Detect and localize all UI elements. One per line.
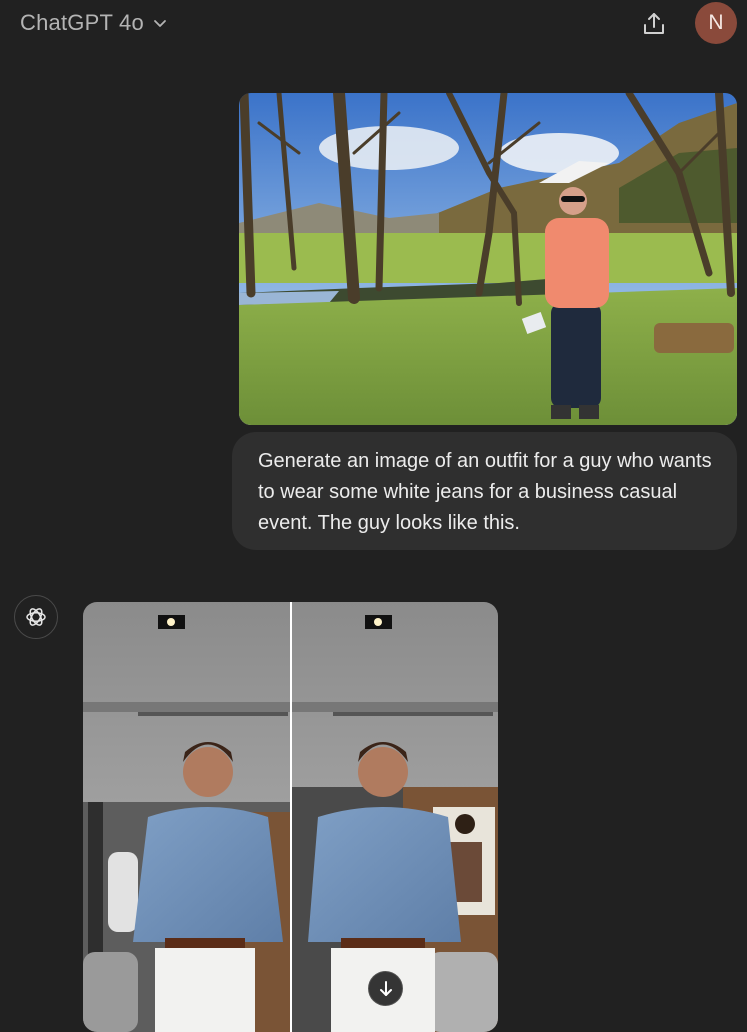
generated-image[interactable]: [83, 602, 498, 1032]
user-avatar[interactable]: N: [695, 2, 737, 44]
openai-logo-icon: [26, 608, 46, 626]
chevron-down-icon: [153, 20, 166, 27]
top-bar: ChatGPT 4o N: [0, 0, 747, 56]
share-upload-icon: [644, 13, 664, 34]
arrow-down-icon: [379, 980, 392, 996]
user-message-text: Generate an image of an outfit for a guy…: [258, 450, 712, 534]
user-message-bubble: Generate an image of an outfit for a guy…: [232, 432, 737, 550]
model-selector[interactable]: ChatGPT 4o: [20, 10, 168, 36]
model-name: ChatGPT 4o: [20, 10, 144, 35]
user-attached-photo[interactable]: [239, 93, 737, 425]
assistant-avatar: [14, 595, 58, 639]
download-button[interactable]: [368, 971, 403, 1006]
share-button[interactable]: [638, 8, 670, 40]
